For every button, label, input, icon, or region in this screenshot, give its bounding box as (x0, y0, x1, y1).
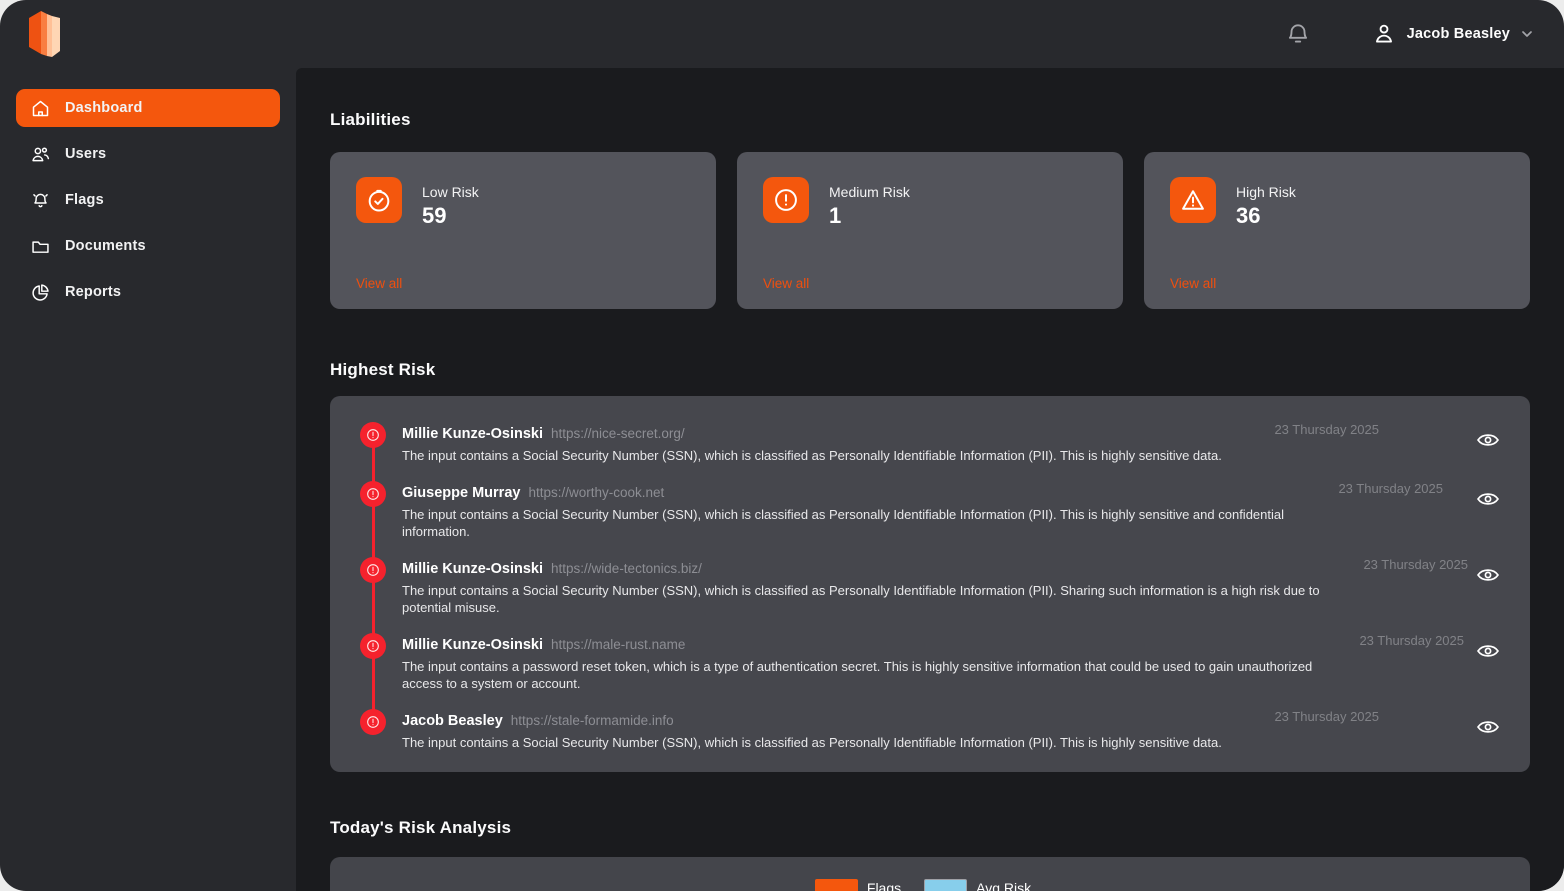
eye-icon[interactable] (1476, 566, 1500, 584)
risk-item-name: Millie Kunze-Osinski (402, 637, 543, 653)
notifications-bell-icon[interactable] (1285, 21, 1311, 47)
risk-item-url: https://stale-formamide.info (511, 713, 674, 728)
user-avatar-icon (1371, 21, 1397, 47)
risk-item-date: 23 Thursday 2025 (1274, 422, 1379, 437)
sidebar-item-dashboard[interactable]: Dashboard (16, 89, 280, 127)
card-count: 36 (1236, 203, 1296, 229)
folder-icon (30, 236, 51, 257)
risk-item-date: 23 Thursday 2025 (1363, 557, 1468, 572)
alert-circle-icon (360, 481, 386, 507)
risk-list-item: Jacob Beasley https://stale-formamide.in… (360, 712, 1500, 751)
flags-legend-label: Flags (867, 880, 901, 891)
risk-item-description: The input contains a Social Security Num… (402, 506, 1334, 540)
alert-circle-icon (360, 557, 386, 583)
risk-list: Millie Kunze-Osinski https://nice-secret… (360, 425, 1500, 751)
alert-circle-icon (763, 177, 809, 223)
risk-list-item: Millie Kunze-Osinski https://wide-tecton… (360, 560, 1500, 616)
card-count: 1 (829, 203, 910, 229)
risk-item-url: https://wide-tectonics.biz/ (551, 561, 702, 576)
avg-risk-legend-swatch[interactable] (924, 879, 967, 891)
risk-item-description: The input contains a Social Security Num… (402, 582, 1334, 616)
sidebar-item-users[interactable]: Users (16, 135, 280, 173)
risk-item-description: The input contains a Social Security Num… (402, 734, 1334, 751)
highest-risk-panel: Millie Kunze-Osinski https://nice-secret… (330, 396, 1530, 772)
risk-item-url: https://worthy-cook.net (528, 485, 664, 500)
risk-item-date: 23 Thursday 2025 (1274, 709, 1379, 724)
risk-item-name: Giuseppe Murray (402, 485, 520, 501)
medium-risk-card: Medium Risk 1 View all (737, 152, 1123, 309)
eye-icon[interactable] (1476, 490, 1500, 508)
flags-legend-swatch[interactable] (815, 879, 858, 891)
home-icon (30, 98, 51, 119)
app-logo-icon (22, 8, 66, 60)
card-count: 59 (422, 203, 479, 229)
view-all-link[interactable]: View all (356, 276, 402, 291)
check-circle-icon (356, 177, 402, 223)
sidebar-item-label: Documents (65, 238, 146, 254)
sidebar-item-label: Flags (65, 192, 104, 208)
eye-icon[interactable] (1476, 431, 1500, 449)
avg-risk-legend-label: Avg Risk (976, 880, 1031, 891)
main-content: Liabilities Low Risk 59 View all (296, 68, 1564, 891)
risk-analysis-title: Today's Risk Analysis (330, 818, 1530, 838)
risk-item-name: Millie Kunze-Osinski (402, 426, 543, 442)
risk-item-url: https://male-rust.name (551, 637, 685, 652)
sidebar-item-flags[interactable]: Flags (16, 181, 280, 219)
risk-list-item: Millie Kunze-Osinski https://nice-secret… (360, 425, 1500, 464)
view-all-link[interactable]: View all (1170, 276, 1216, 291)
alert-triangle-icon (1170, 177, 1216, 223)
sidebar-item-label: Users (65, 146, 106, 162)
eye-icon[interactable] (1476, 718, 1500, 736)
app-window: Jacob Beasley Dashboard Users (0, 0, 1564, 891)
sidebar-item-label: Dashboard (65, 100, 143, 116)
user-menu[interactable]: Jacob Beasley (1371, 21, 1534, 47)
risk-analysis-chart: Flags Avg Risk 5.0 10 (330, 857, 1530, 891)
card-label: Medium Risk (829, 184, 910, 200)
sidebar: Dashboard Users Flags Documents (0, 68, 296, 891)
chart-legend: Flags Avg Risk (330, 879, 1530, 891)
users-icon (30, 144, 51, 165)
liabilities-cards: Low Risk 59 View all Medium Risk 1 Vie (330, 152, 1530, 309)
top-bar: Jacob Beasley (0, 0, 1564, 68)
alert-circle-icon (360, 633, 386, 659)
highest-risk-title: Highest Risk (330, 360, 1530, 380)
chevron-down-icon (1520, 27, 1534, 41)
risk-item-url: https://nice-secret.org/ (551, 426, 685, 441)
risk-item-name: Millie Kunze-Osinski (402, 561, 543, 577)
risk-item-date: 23 Thursday 2025 (1359, 633, 1464, 648)
view-all-link[interactable]: View all (763, 276, 809, 291)
risk-list-item: Giuseppe Murray https://worthy-cook.net … (360, 484, 1500, 540)
pie-chart-icon (30, 282, 51, 303)
user-name: Jacob Beasley (1407, 26, 1510, 42)
risk-item-description: The input contains a Social Security Num… (402, 447, 1334, 464)
liabilities-title: Liabilities (330, 110, 1530, 130)
eye-icon[interactable] (1476, 642, 1500, 660)
card-label: Low Risk (422, 184, 479, 200)
low-risk-card: Low Risk 59 View all (330, 152, 716, 309)
sidebar-item-reports[interactable]: Reports (16, 273, 280, 311)
sidebar-item-label: Reports (65, 284, 121, 300)
risk-list-item: Millie Kunze-Osinski https://male-rust.n… (360, 636, 1500, 692)
sidebar-item-documents[interactable]: Documents (16, 227, 280, 265)
risk-item-name: Jacob Beasley (402, 713, 503, 729)
flag-bell-icon (30, 190, 51, 211)
alert-circle-icon (360, 422, 386, 448)
high-risk-card: High Risk 36 View all (1144, 152, 1530, 309)
card-label: High Risk (1236, 184, 1296, 200)
alert-circle-icon (360, 709, 386, 735)
risk-item-description: The input contains a password reset toke… (402, 658, 1334, 692)
risk-item-date: 23 Thursday 2025 (1338, 481, 1443, 496)
